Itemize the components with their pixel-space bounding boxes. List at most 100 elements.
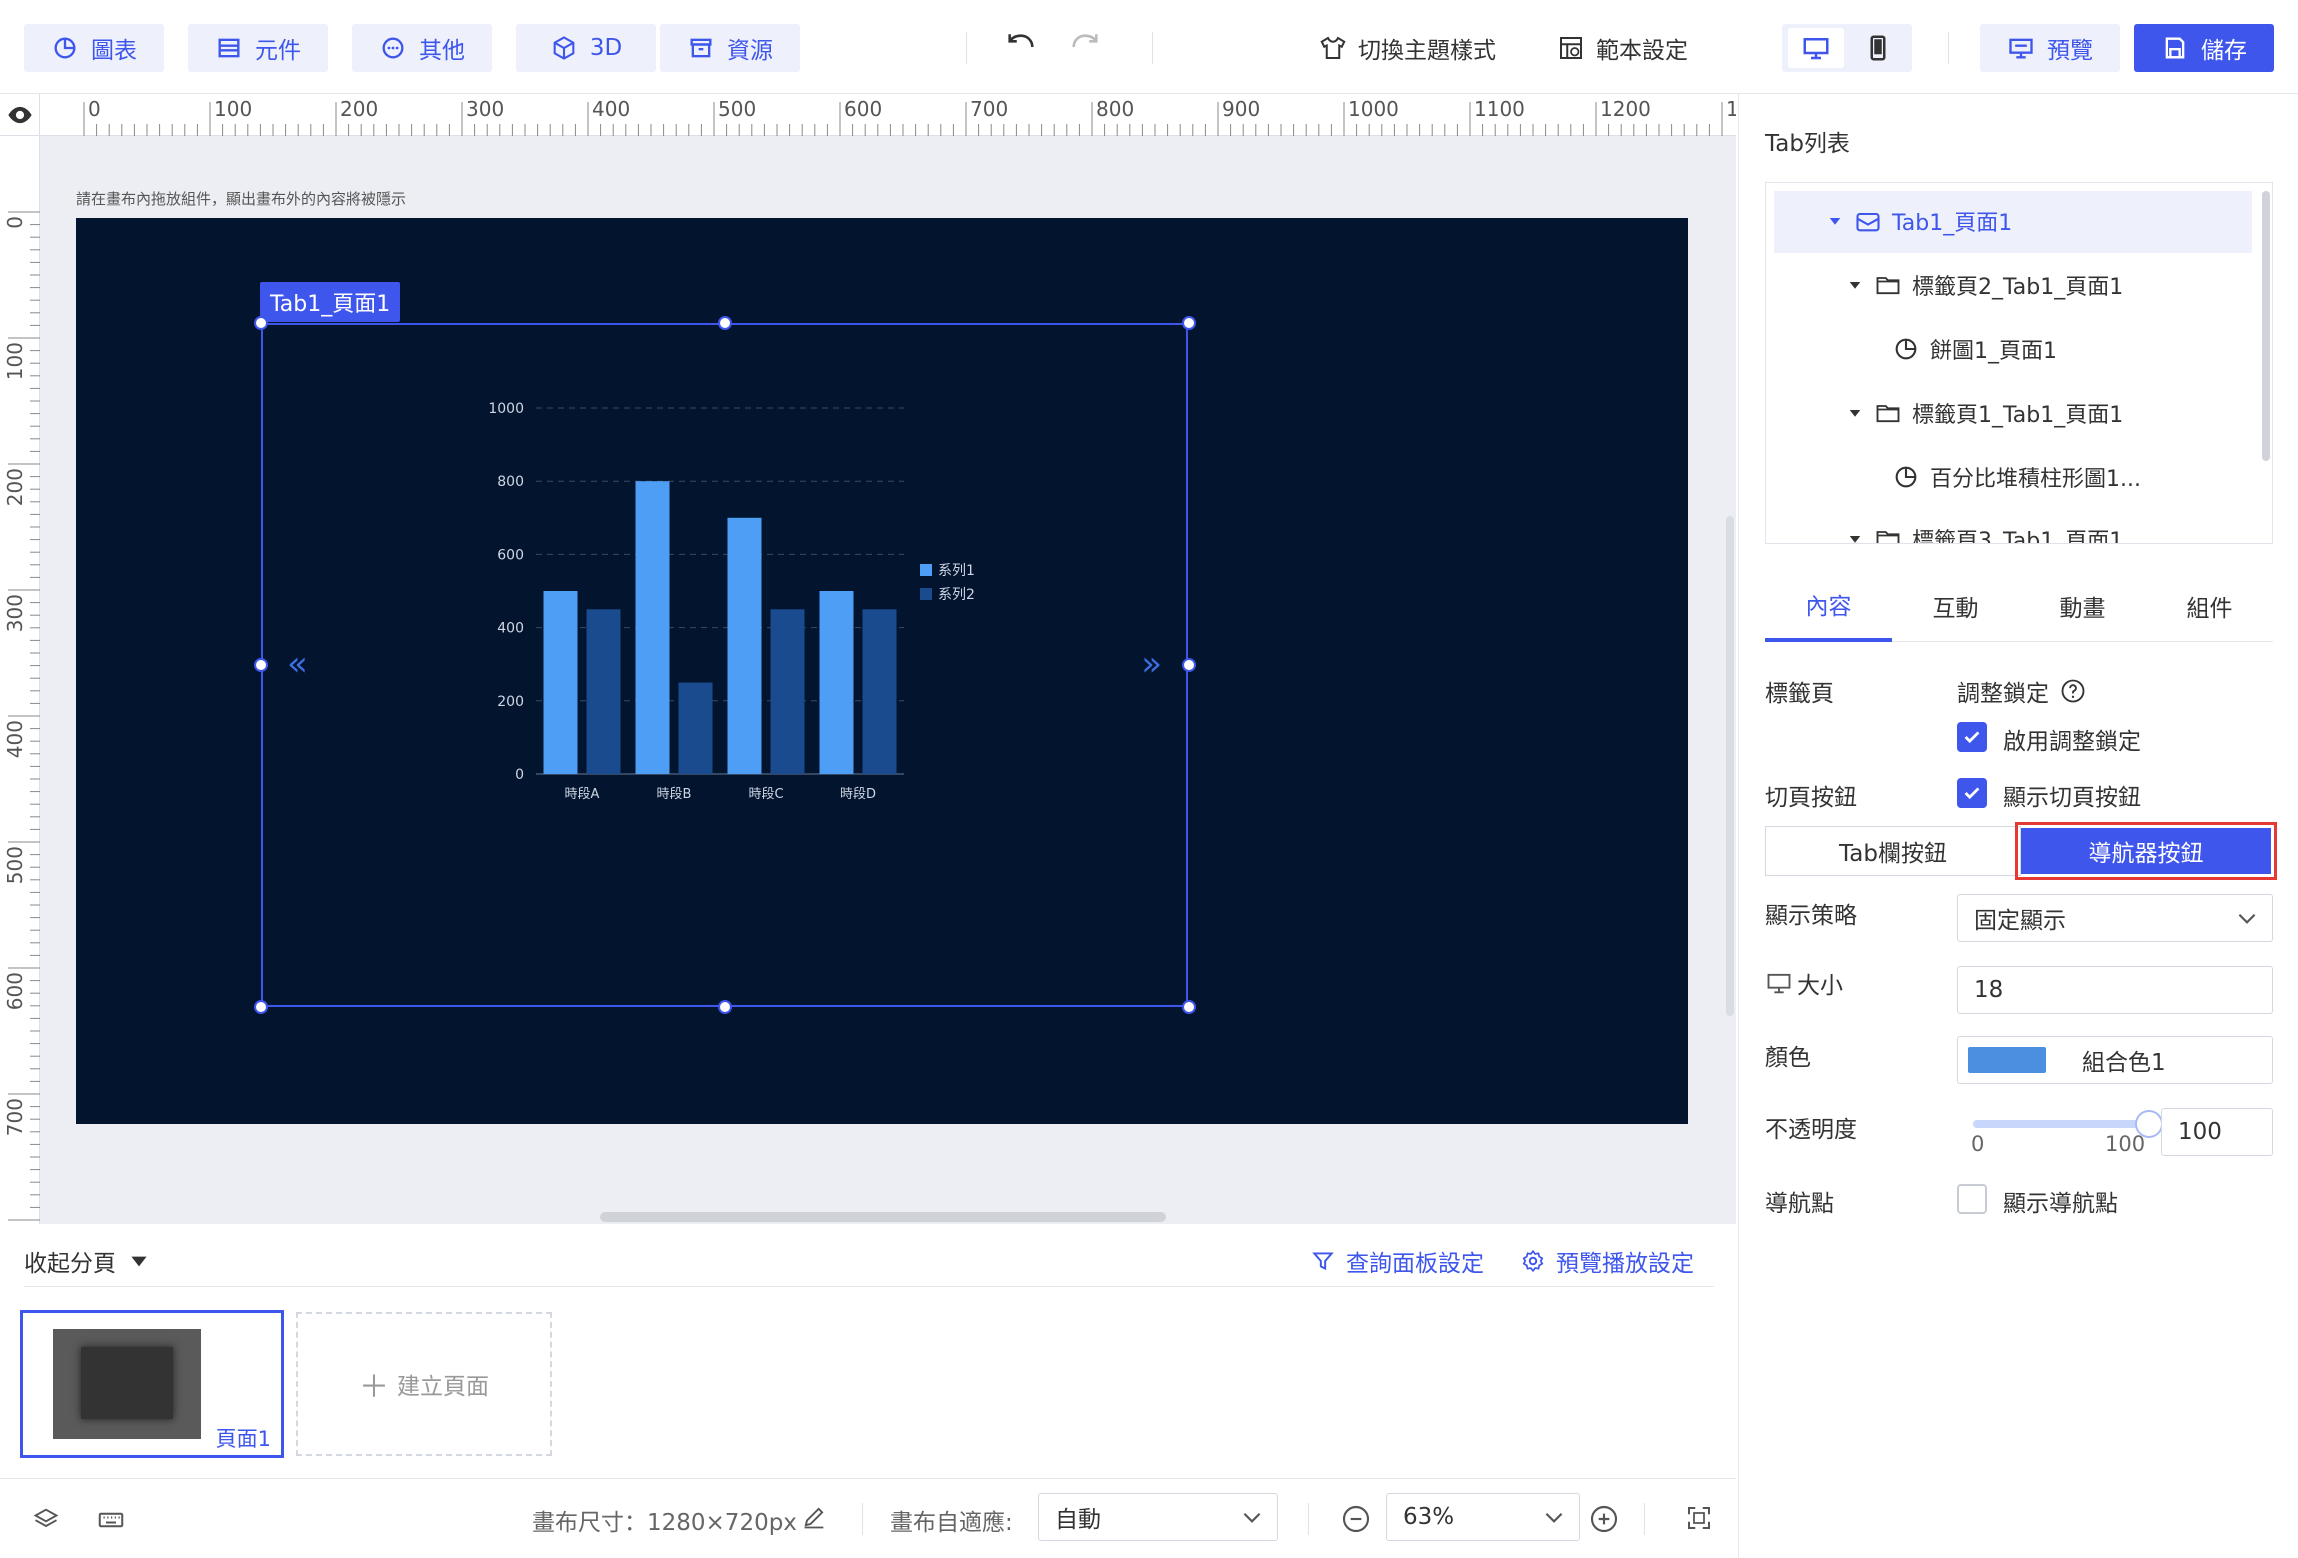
folder-icon — [1876, 531, 1900, 543]
redo-button[interactable] — [1068, 30, 1102, 64]
y-tick-label: 0 — [515, 767, 524, 783]
resize-handle[interactable] — [718, 1000, 732, 1014]
preview-button[interactable]: 預覽 — [1980, 24, 2120, 72]
bar — [678, 682, 713, 774]
query-panel-settings-button[interactable]: 查詢面板設定 — [1310, 1244, 1484, 1278]
navigator-button-option[interactable]: 導航器按鈕 — [2021, 828, 2271, 874]
new-page-button[interactable]: ＋ 建立頁面 — [296, 1312, 552, 1456]
collapse-pages-button[interactable]: 收起分頁 — [24, 1244, 152, 1278]
desktop-view-button[interactable] — [1788, 28, 1844, 68]
edit-size-button[interactable] — [800, 1503, 828, 1531]
resize-handle[interactable] — [718, 316, 732, 330]
tree-item-pie[interactable]: 餅圖1_頁面1 — [1892, 333, 2057, 365]
canvas-adapt-label: 畫布自適應: — [890, 1510, 1013, 1536]
tree-item-tabpage3[interactable]: 標籤頁3_Tab1_頁面1 — [1846, 523, 2123, 543]
desktop-icon — [1803, 38, 1829, 60]
nav-prev-button[interactable]: « — [287, 647, 308, 681]
horizontal-scrollbar[interactable] — [600, 1212, 1166, 1222]
design-canvas[interactable]: Tab1_頁面1 « » 0 200 400 600 800 1000 時段A 時段B 時段C 時… — [76, 218, 1688, 1124]
color-picker[interactable]: 組合色1 — [1957, 1036, 2273, 1084]
legend-swatch — [920, 588, 932, 600]
resize-handle[interactable] — [1182, 1000, 1196, 1014]
y-tick-label: 400 — [497, 621, 524, 637]
show-nav-dot-checkbox[interactable] — [1957, 1184, 1987, 1214]
ruler-label: 600 — [844, 97, 882, 121]
pie-chart-icon — [1895, 338, 1917, 360]
tree-item-tabpage1[interactable]: 標籤頁1_Tab1_頁面1 — [1846, 397, 2123, 429]
divider — [1948, 32, 1949, 64]
tab-animation[interactable]: 動畫 — [2019, 570, 2146, 642]
keyboard-button[interactable] — [96, 1505, 126, 1535]
x-tick-label: 時段B — [657, 787, 692, 802]
color-value: 組合色1 — [2082, 1050, 2166, 1076]
tree-item-tabpage2[interactable]: 標籤頁2_Tab1_頁面1 — [1846, 269, 2123, 301]
resize-handle[interactable] — [1182, 316, 1196, 330]
y-tick-label: 600 — [497, 547, 524, 563]
chart-button[interactable]: 圖表 — [24, 24, 164, 72]
opacity-min: 0 — [1971, 1132, 1985, 1156]
component-button[interactable]: 元件 — [188, 24, 328, 72]
bar — [543, 591, 578, 774]
zoom-select[interactable]: 63% — [1386, 1493, 1580, 1541]
zoom-out-button[interactable] — [1340, 1503, 1372, 1535]
3d-button[interactable]: 3D — [516, 24, 656, 72]
properties-panel: Tab列表 Tab1_頁面1 標籤頁2_Tab1_頁面1 餅圖1_頁面1 標籤頁… — [1738, 94, 2298, 1558]
opacity-input[interactable]: 100 — [2161, 1108, 2273, 1156]
tab-interaction[interactable]: 互動 — [1892, 570, 2019, 642]
component-button-label: 元件 — [255, 38, 301, 64]
x-tick-label: 時段D — [840, 787, 876, 802]
monitor-icon — [2009, 38, 2033, 59]
resize-handle[interactable] — [254, 316, 268, 330]
nav-next-button[interactable]: » — [1141, 647, 1162, 681]
enable-adjust-lock-checkbox[interactable] — [1957, 722, 1987, 752]
other-button[interactable]: 其他 — [352, 24, 492, 72]
template-settings-label: 範本設定 — [1596, 38, 1688, 64]
tree-item-stacked-bar[interactable]: 百分比堆積柱形圖1... — [1892, 461, 2141, 493]
zoom-in-button[interactable] — [1588, 1503, 1620, 1535]
layers-button[interactable] — [32, 1505, 60, 1533]
template-settings-button[interactable]: 範本設定 — [1556, 24, 1688, 72]
display-strategy-label: 顯示策略 — [1765, 903, 1857, 929]
ruler-label: 100 — [214, 97, 252, 121]
theme-switch-label: 切換主題樣式 — [1358, 38, 1496, 64]
page-preview-content — [81, 1347, 173, 1419]
ruler-label: 0 — [88, 97, 101, 121]
tab-component[interactable]: 組件 — [2146, 570, 2273, 642]
ruler-label: 200 — [3, 468, 27, 506]
fullscreen-button[interactable] — [1684, 1503, 1714, 1533]
undo-button[interactable] — [1004, 30, 1038, 64]
tabbar-button-option[interactable]: Tab欄按鈕 — [1765, 826, 2021, 876]
resize-handle[interactable] — [254, 658, 268, 672]
save-button[interactable]: 儲存 — [2134, 24, 2274, 72]
size-input[interactable]: 18 — [1957, 966, 2273, 1014]
folder-icon — [1876, 405, 1900, 423]
help-icon[interactable] — [2059, 677, 2087, 705]
canvas-adapt-select[interactable]: 自動 — [1038, 1493, 1278, 1541]
archive-icon — [690, 38, 712, 58]
tab-component-tag[interactable]: Tab1_頁面1 — [260, 282, 401, 322]
resize-handle[interactable] — [1182, 658, 1196, 672]
tree-item-tab1[interactable]: Tab1_頁面1 — [1826, 205, 2012, 237]
vertical-scrollbar[interactable] — [1726, 516, 1734, 1016]
display-strategy-select[interactable]: 固定顯示 — [1957, 894, 2273, 942]
color-label: 顏色 — [1765, 1045, 1811, 1071]
layers-icon — [33, 1508, 59, 1528]
visibility-toggle[interactable] — [0, 94, 40, 136]
page-thumbnail[interactable]: 頁面1 — [20, 1310, 284, 1458]
resource-button[interactable]: 資源 — [660, 24, 800, 72]
mobile-view-button[interactable] — [1850, 28, 1906, 68]
tree-scrollbar[interactable] — [2262, 191, 2270, 461]
enable-adjust-lock-label: 啟用調整鎖定 — [2003, 729, 2141, 755]
opacity-slider-track[interactable] — [1973, 1120, 2147, 1128]
property-tabs: 內容 互動 動畫 組件 — [1765, 570, 2273, 642]
bar — [770, 609, 805, 774]
filter-icon — [1312, 1252, 1334, 1271]
caret-down-icon — [1829, 218, 1841, 225]
desktop-icon — [1767, 973, 1791, 994]
chevron-down-icon — [1243, 1512, 1261, 1523]
show-switch-button-checkbox[interactable] — [1957, 778, 1987, 808]
playback-settings-button[interactable]: 預覽播放設定 — [1520, 1244, 1694, 1278]
tab-content[interactable]: 內容 — [1765, 570, 1892, 642]
resize-handle[interactable] — [254, 1000, 268, 1014]
theme-switch-button[interactable]: 切換主題樣式 — [1318, 24, 1496, 72]
